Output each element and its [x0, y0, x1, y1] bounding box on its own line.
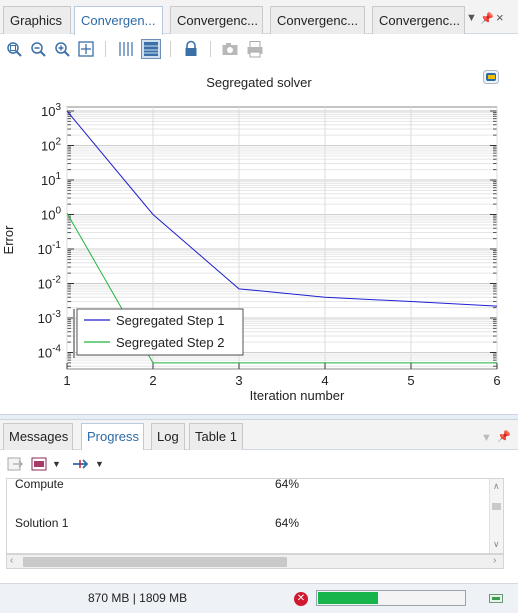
progress-row-name: Compute [15, 478, 64, 491]
pin-icon[interactable]: 📌 [480, 12, 494, 25]
scroll-left-arrow-icon[interactable]: ‹ [10, 555, 13, 566]
toolbar-separator [210, 41, 211, 57]
progress-row-name: Solution 1 [15, 516, 69, 530]
close-icon[interactable]: × [496, 10, 504, 25]
grid-icon[interactable] [117, 40, 135, 58]
tab-log[interactable]: Log [151, 423, 185, 450]
x-tick-label: 2 [149, 373, 156, 388]
pin-icon[interactable]: 📌 [497, 430, 511, 443]
tab-convergence-active[interactable]: Convergen... [74, 6, 163, 35]
y-axis-label: Error [1, 225, 16, 255]
y-tick-label: 102 [41, 137, 61, 154]
list-item: Compute 64% [15, 478, 299, 491]
table-view-icon[interactable] [141, 39, 161, 59]
x-tick-label: 5 [407, 373, 414, 388]
y-tick-label: 101 [41, 171, 61, 188]
scroll-right-arrow-icon[interactable]: › [493, 555, 496, 566]
memory-usage: 870 MB | 1809 MB [88, 591, 188, 605]
vertical-scrollbar[interactable]: ∧ ∨ [489, 479, 503, 553]
cancel-icon[interactable]: ✕ [294, 592, 308, 606]
convergence-chart: 103 102 101 100 10-1 10-2 10-3 10-41 2 3 4 5 6 Iterat… [1, 102, 501, 403]
print-icon[interactable] [246, 40, 264, 58]
y-tick-label: 10-1 [38, 240, 62, 257]
chart-legend: Segregated Step 1 Segregated Step 2 [73, 308, 244, 358]
camera-icon[interactable] [221, 40, 239, 58]
tab-convergence-2[interactable]: Convergenc... [170, 6, 263, 34]
y-tick-label: 10-2 [38, 275, 62, 292]
x-tick-label: 4 [321, 373, 328, 388]
y-tick-label: 10-3 [38, 309, 62, 326]
tab-convergence-3[interactable]: Convergenc... [270, 6, 365, 34]
tab-messages[interactable]: Messages [3, 423, 73, 450]
messages-tab-bar: Messages Progress Log Table 1 ▼ 📌 [0, 420, 518, 450]
toolbar-separator [105, 41, 106, 57]
tab-table-1[interactable]: Table 1 [189, 423, 243, 450]
progress-row-value: 64% [275, 478, 300, 491]
transfer-arrows-icon[interactable] [72, 456, 90, 472]
zoom-extents-icon[interactable] [77, 40, 95, 58]
x-axis-label: Iteration number [250, 388, 345, 403]
zoom-out-icon[interactable] [29, 40, 47, 58]
scroll-thumb[interactable] [23, 557, 287, 567]
tab-graphics[interactable]: Graphics [3, 6, 71, 34]
tab-convergence-4[interactable]: Convergenc... [372, 6, 465, 34]
scroll-down-arrow-icon[interactable]: ∨ [493, 539, 500, 550]
lock-icon[interactable] [182, 40, 200, 58]
chevron-down-icon[interactable]: ▼ [95, 459, 104, 469]
status-indicator-icon [489, 594, 503, 603]
progress-bar [316, 590, 466, 606]
clear-display-icon[interactable] [31, 456, 47, 472]
tab-progress[interactable]: Progress [81, 423, 144, 450]
x-tick-label: 6 [493, 373, 500, 388]
graphics-toolbar [0, 35, 518, 62]
zoom-box-icon[interactable] [5, 40, 23, 58]
status-bar: 870 MB | 1809 MB ✕ [0, 583, 518, 613]
progress-row-value: 64% [275, 516, 300, 530]
list-item: Solution 1 64% [15, 516, 299, 530]
x-tick-label: 3 [235, 373, 242, 388]
legend-label: Segregated Step 2 [116, 335, 224, 350]
progress-toolbar: ▼ ▼ [0, 450, 518, 478]
chevron-down-icon[interactable]: ▼ [466, 12, 477, 24]
zoom-in-icon[interactable] [53, 40, 71, 58]
horizontal-scrollbar[interactable]: ‹ › [6, 554, 504, 569]
scroll-up-arrow-icon[interactable]: ∧ [493, 481, 500, 492]
progress-list: Compute 64% Solution 1 64% ∧ ∨ [6, 478, 504, 554]
y-tick-label: 10-4 [38, 344, 62, 361]
chevron-down-icon[interactable]: ▼ [481, 432, 492, 444]
toolbar-separator [170, 41, 171, 57]
progress-fill [318, 592, 378, 604]
x-tick-label: 1 [63, 373, 70, 388]
scroll-thumb[interactable] [492, 503, 501, 510]
graphics-tab-bar: Graphics Convergen... Convergenc... Conv… [0, 0, 518, 35]
chevron-down-icon[interactable]: ▼ [52, 459, 61, 469]
plot-area: Segregated solver 103 102 101 100 10-1 10-2 10… [0, 62, 518, 414]
y-tick-label: 100 [41, 206, 61, 223]
y-tick-label: 103 [41, 102, 61, 119]
legend-label: Segregated Step 1 [116, 313, 224, 328]
export-icon[interactable] [7, 456, 23, 472]
